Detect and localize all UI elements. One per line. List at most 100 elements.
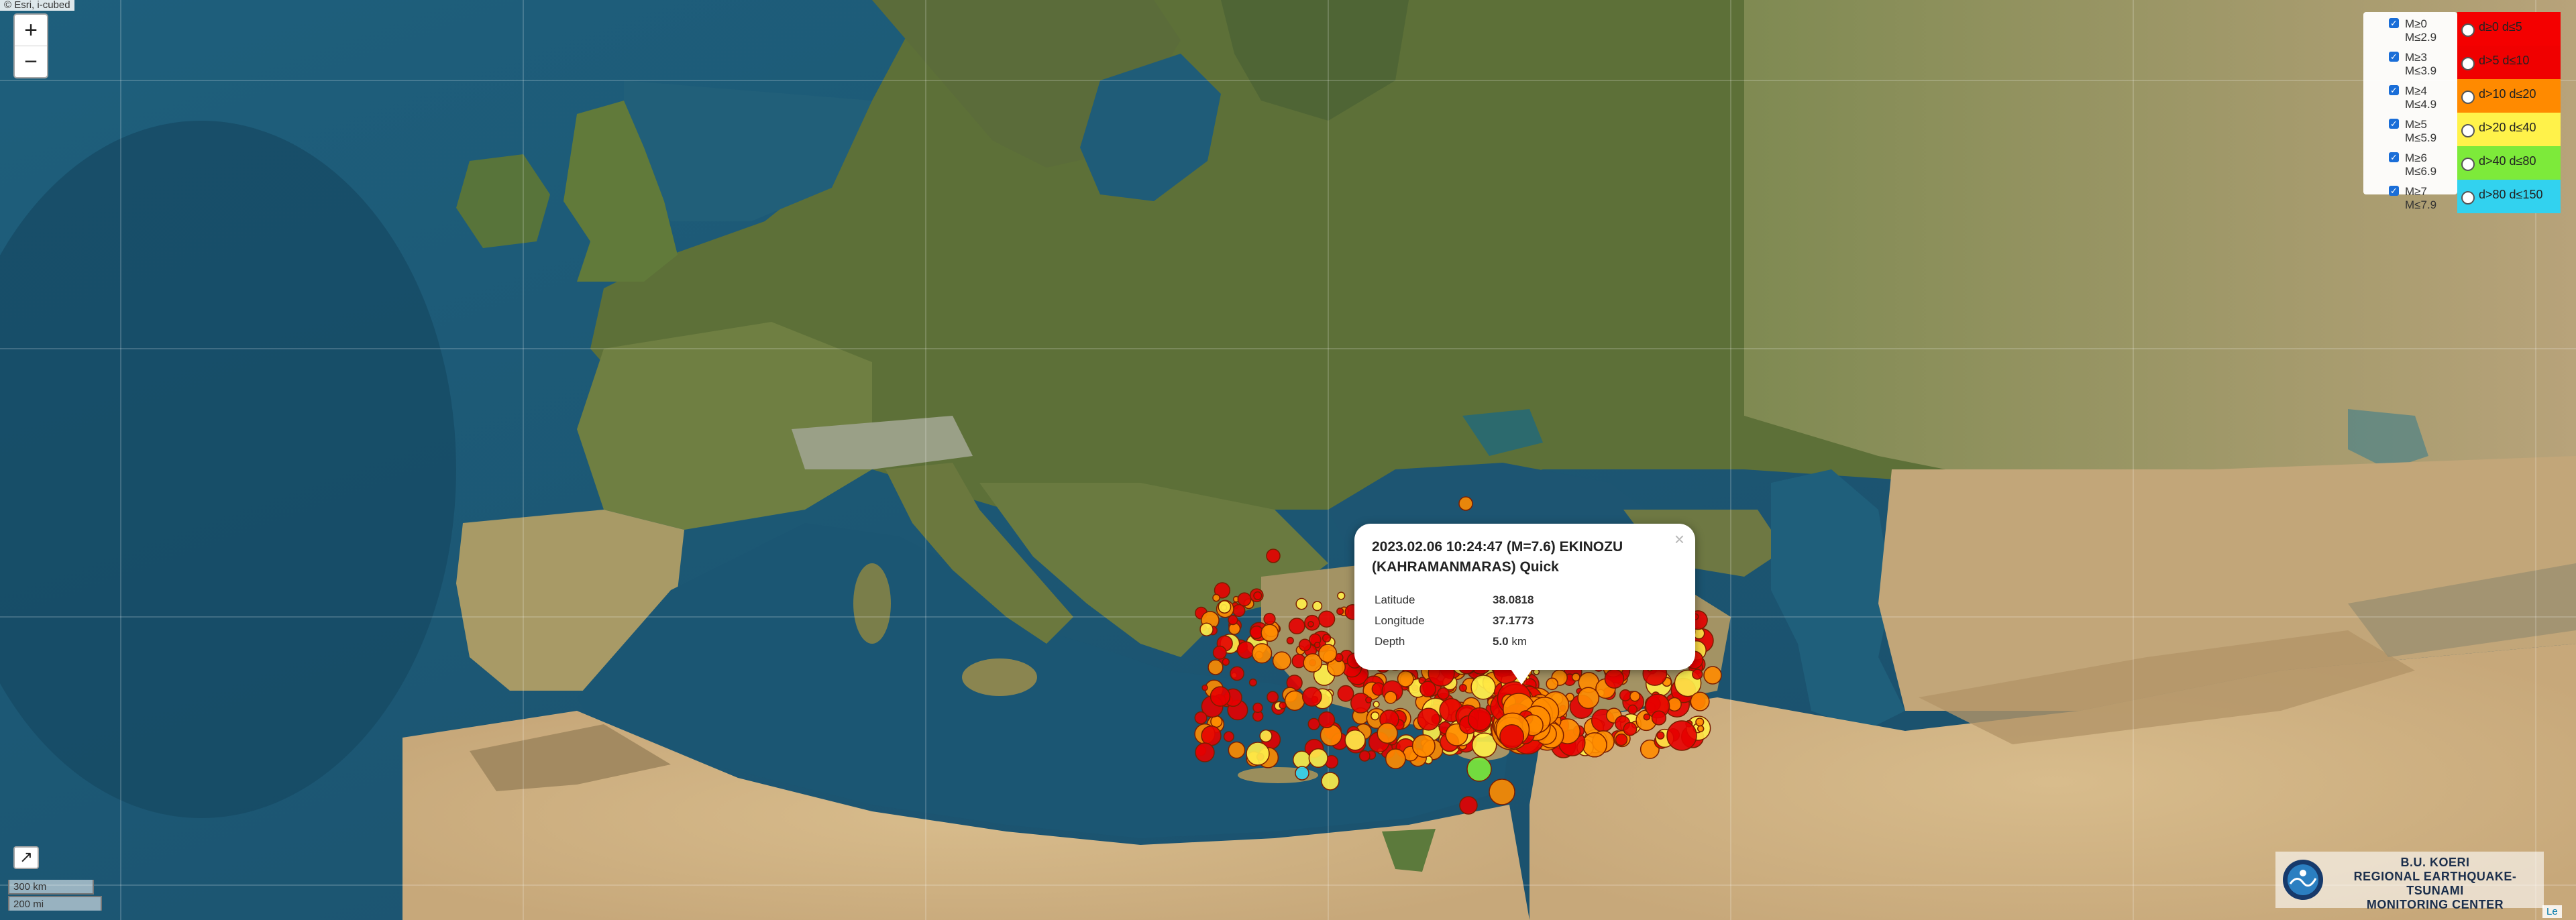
earthquake-marker[interactable] [1292,750,1311,769]
earthquake-marker[interactable] [1253,591,1263,601]
earthquake-marker[interactable] [1307,621,1314,628]
earthquake-marker[interactable] [1298,638,1311,652]
earthquake-marker[interactable] [1318,711,1336,729]
popup-close-button[interactable]: × [1674,530,1684,548]
earthquake-marker[interactable] [1466,756,1492,782]
earthquake-marker[interactable] [1459,796,1478,815]
earthquake-marker[interactable] [1467,707,1492,732]
earthquake-marker[interactable] [1577,687,1600,709]
earthquake-marker[interactable] [1371,711,1380,721]
earthquake-marker[interactable] [1301,687,1322,707]
earthquake-marker[interactable] [1337,591,1346,600]
earthquake-marker[interactable] [1321,772,1340,791]
earthquake-marker[interactable] [1252,702,1263,713]
earthquake-marker[interactable] [1230,666,1244,681]
magnitude-checkbox[interactable]: ✓ [2389,152,2399,162]
earthquake-marker[interactable] [1690,691,1710,711]
earthquake-marker[interactable] [1210,686,1231,707]
earthquake-marker[interactable] [1337,685,1354,702]
earthquake-marker[interactable] [1266,549,1281,563]
earthquake-marker[interactable] [1417,707,1440,731]
earthquake-marker[interactable] [1373,701,1380,708]
earthquake-marker[interactable] [1208,659,1224,675]
magnitude-checkbox[interactable]: ✓ [2389,52,2399,62]
earthquake-marker[interactable] [1307,717,1320,730]
magnitude-checkbox[interactable]: ✓ [2389,18,2399,28]
earthquake-marker[interactable] [1223,731,1234,742]
earthquake-marker[interactable] [1322,634,1332,643]
earthquake-marker[interactable] [1615,733,1628,746]
earthquake-marker[interactable] [1629,691,1641,702]
earthquake-marker[interactable] [1246,742,1270,766]
earthquake-marker[interactable] [1318,644,1338,663]
leaflet-link[interactable]: Le [2542,905,2562,918]
earthquake-marker[interactable] [1489,779,1515,805]
earthquake-marker[interactable] [1656,731,1665,740]
earthquake-marker[interactable] [1279,701,1287,709]
earthquake-marker-layer[interactable] [0,0,2576,920]
earthquake-marker[interactable] [1703,666,1722,685]
earthquake-marker[interactable] [1619,689,1631,701]
earthquake-marker[interactable] [1318,610,1336,628]
earthquake-marker[interactable] [1236,641,1255,659]
earthquake-marker[interactable] [1248,678,1257,687]
earthquake-marker[interactable] [1308,748,1328,768]
earthquake-marker[interactable] [1212,645,1227,660]
earthquake-marker[interactable] [1377,722,1398,744]
earthquake-marker[interactable] [1210,715,1223,728]
earthquake-marker[interactable] [1571,673,1580,682]
earthquake-marker[interactable] [1667,697,1682,712]
earthquake-marker[interactable] [1582,732,1607,758]
earthquake-marker[interactable] [1228,614,1238,626]
earthquake-marker[interactable] [1344,730,1366,751]
earthquake-marker[interactable] [1419,681,1436,697]
earthquake-marker[interactable] [1499,724,1525,749]
earthquake-marker[interactable] [1251,643,1273,664]
earthquake-marker[interactable] [1320,724,1342,746]
earthquake-marker[interactable] [1692,669,1703,680]
earthquake-marker[interactable] [1365,696,1373,703]
earthquake-marker[interactable] [1470,675,1496,700]
earthquake-marker[interactable] [1199,622,1214,636]
earthquake-marker[interactable] [1267,691,1279,703]
earthquake-marker[interactable] [1272,651,1291,671]
earthquake-marker[interactable] [1194,711,1208,725]
earthquake-marker[interactable] [1222,658,1230,666]
earthquake-marker[interactable] [1666,720,1697,751]
earthquake-marker[interactable] [1411,734,1436,758]
magnitude-checkbox[interactable]: ✓ [2389,186,2399,196]
magnitude-checkbox[interactable]: ✓ [2389,119,2399,129]
earthquake-marker[interactable] [1237,592,1252,607]
earthquake-marker[interactable] [1263,612,1276,626]
earthquake-marker[interactable] [1437,687,1450,700]
earthquake-marker[interactable] [1651,710,1667,726]
earthquake-marker[interactable] [1458,683,1467,692]
zoom-in-button[interactable]: + [15,15,47,46]
earthquake-marker[interactable] [1336,608,1344,616]
earthquake-marker[interactable] [1259,729,1273,743]
earthquake-marker[interactable] [1384,691,1397,704]
earthquake-marker[interactable] [1358,750,1371,762]
earthquake-marker[interactable] [1458,496,1473,511]
earthquake-marker[interactable] [1312,601,1323,612]
earthquake-marker[interactable] [1697,725,1705,732]
earthquake-marker[interactable] [1627,704,1638,715]
earthquake-marker[interactable] [1260,624,1279,642]
earthquake-marker[interactable] [1228,741,1246,759]
magnitude-checkbox[interactable]: ✓ [2389,85,2399,95]
earthquake-marker[interactable] [1295,766,1309,781]
map-canvas[interactable]: © Esri, i-cubed + − ↗ 300 km 200 mi ✓ M≥0… [0,0,2576,920]
earthquake-marker[interactable] [1286,636,1294,645]
earthquake-marker[interactable] [1288,618,1305,635]
earthquake-marker[interactable] [1232,603,1246,618]
fullscreen-button[interactable]: ↗ [13,846,39,869]
zoom-out-button[interactable]: − [15,46,47,77]
earthquake-marker[interactable] [1546,677,1559,691]
earthquake-marker[interactable] [1218,600,1232,614]
earthquake-marker[interactable] [1604,669,1625,689]
earthquake-marker[interactable] [1195,742,1215,762]
earthquake-marker[interactable] [1385,748,1406,770]
earthquake-marker[interactable] [1295,597,1308,610]
earthquake-marker[interactable] [1397,670,1414,687]
earthquake-marker[interactable] [1695,717,1705,727]
